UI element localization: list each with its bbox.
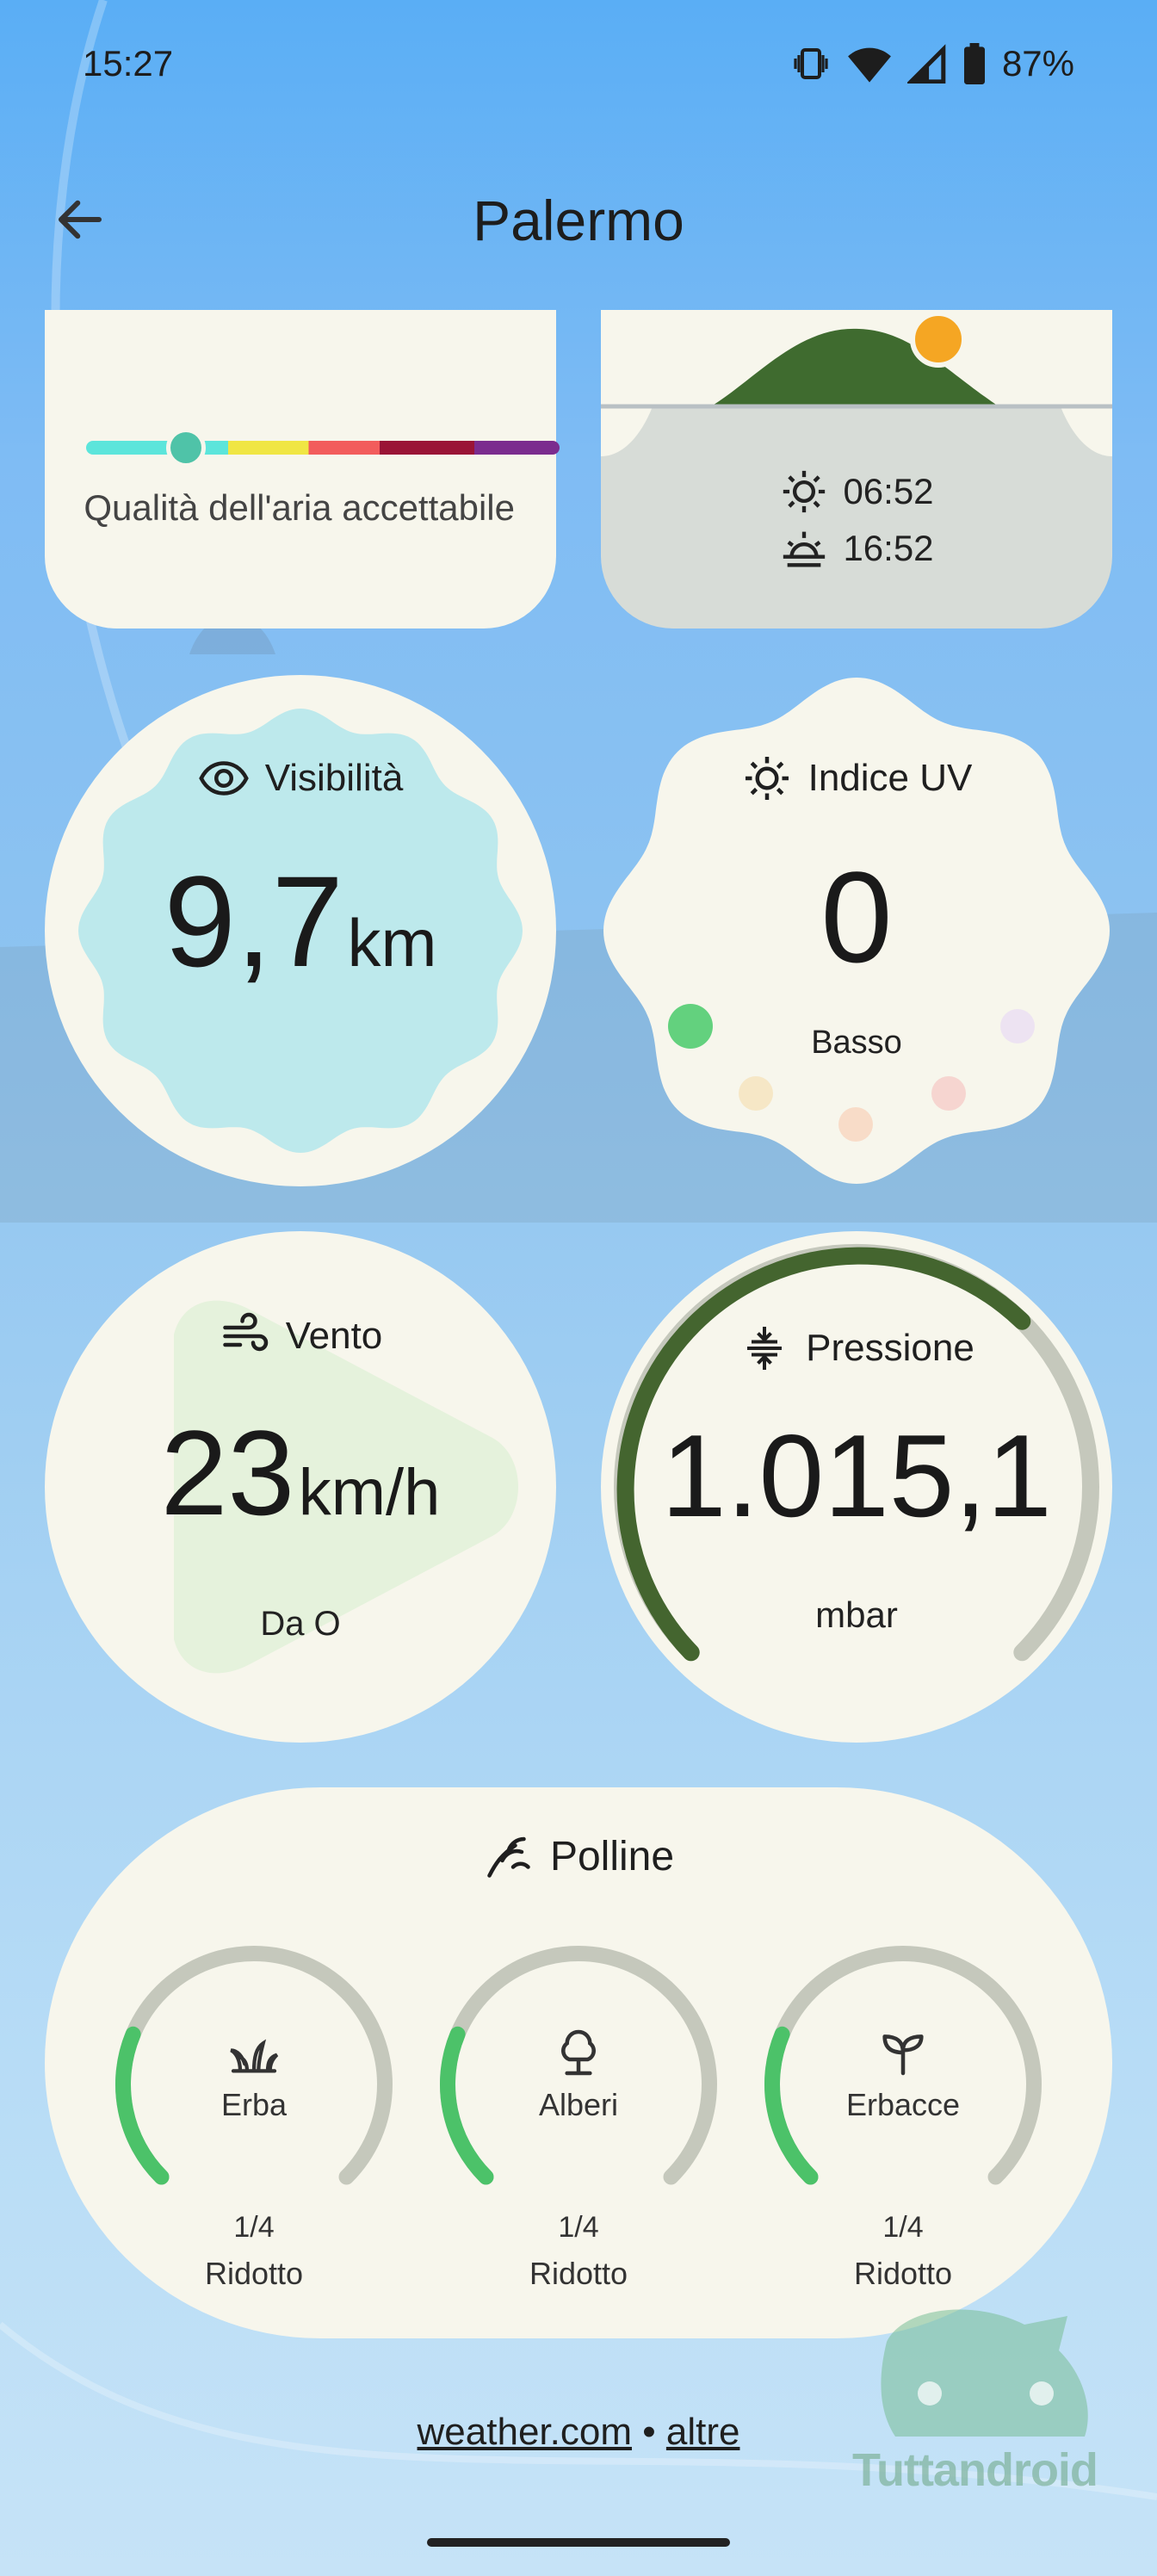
pollen-name: Erba <box>220 2087 288 2122</box>
pressure-unit: mbar <box>815 1595 898 1635</box>
air-quality-scale <box>86 441 560 455</box>
sunset-row: 16:52 <box>601 520 1112 577</box>
uv-index-card[interactable]: Indice UV 0 Basso <box>601 675 1112 1186</box>
pollen-status: Ridotto <box>529 2256 628 2291</box>
pollen-status: Ridotto <box>853 2256 953 2291</box>
pressure-label: Pressione <box>806 1327 974 1369</box>
footer-links: weather.com • altre <box>0 2411 1157 2454</box>
visibility-unit: km <box>347 905 437 981</box>
wind-card[interactable]: Vento 23 km/h Da O <box>45 1231 556 1743</box>
pollen-icon <box>487 1836 530 1878</box>
pollen-status: Ridotto <box>204 2256 304 2291</box>
others-link[interactable]: altre <box>666 2411 740 2453</box>
grass-icon <box>230 2039 279 2073</box>
pollen-header: Polline <box>45 1830 1112 1882</box>
uv-label: Indice UV <box>807 757 973 799</box>
visibility-label: Visibilità <box>264 757 404 799</box>
status-icons: 87% <box>790 38 1074 90</box>
page-title: Palermo <box>473 189 684 252</box>
sunset-icon <box>783 531 826 567</box>
gauge-ring <box>115 1946 393 2185</box>
screen: { "status_bar": {"time": "15:27", "batte… <box>0 0 1157 2576</box>
wind-icon <box>222 1312 268 1352</box>
wind-header: Vento <box>45 1310 556 1362</box>
visibility-value: 9,7 <box>164 849 344 994</box>
visibility-header: Visibilità <box>45 752 556 804</box>
sun-times: 06:52 16:52 <box>601 463 1112 577</box>
footer-separator: • <box>642 2411 656 2453</box>
status-time: 15:27 <box>83 43 174 84</box>
air-quality-label: Qualità dell'aria accettabile <box>84 487 515 528</box>
pollen-gauge-grass[interactable]: Erba 1/4 Ridotto <box>112 1942 396 2291</box>
sunrise-icon <box>783 470 826 513</box>
gauge-icon-wrap <box>761 2025 1045 2080</box>
wind-unit: km/h <box>298 1456 441 1529</box>
gauge-ring <box>440 1946 717 2185</box>
air-quality-card[interactable]: Qualità dell'aria accettabile <box>45 310 560 629</box>
sunrise-row: 06:52 <box>601 463 1112 520</box>
pollen-name: Erbacce <box>845 2087 961 2122</box>
wifi-icon <box>848 47 891 83</box>
compress-icon <box>747 1327 783 1370</box>
pollen-name: Alberi <box>538 2087 619 2122</box>
status-bar: 15:27 87% <box>0 0 1157 129</box>
pollen-title: Polline <box>549 1833 675 1879</box>
uv-dot <box>931 1076 966 1111</box>
uv-dot <box>838 1107 873 1142</box>
gesture-navigation-bar[interactable] <box>427 2538 730 2547</box>
pollen-gauge-trees[interactable]: Alberi 1/4 Ridotto <box>436 1942 721 2291</box>
wind-value: 23 <box>160 1405 295 1540</box>
sunrise-time: 06:52 <box>843 471 934 511</box>
wind-label: Vento <box>285 1315 383 1357</box>
pressure-header: Pressione <box>601 1322 1112 1374</box>
sun-icon <box>910 311 967 368</box>
sunrise-sunset-card[interactable]: 06:52 16:52 <box>601 310 1112 629</box>
eye-icon <box>198 761 249 796</box>
pressure-card[interactable]: Pressione 1.015,1 mbar <box>601 1231 1112 1743</box>
wind-reading: 23 km/h <box>45 1403 556 1543</box>
battery-icon <box>963 43 985 84</box>
sun-icon <box>745 757 789 800</box>
signal-icon <box>906 44 946 84</box>
visibility-reading: 9,7 km <box>45 847 556 996</box>
wind-direction: Da O <box>260 1605 341 1643</box>
gauge-icon-wrap <box>112 2025 396 2080</box>
visibility-card[interactable]: Visibilità 9,7 km <box>45 675 556 1186</box>
pressure-value: 1.015,1 <box>661 1410 1052 1541</box>
air-quality-indicator <box>165 428 206 468</box>
battery-percent: 87% <box>1001 43 1074 84</box>
sprout-icon <box>882 2034 924 2076</box>
app-bar: Palermo <box>0 164 1157 276</box>
uv-level-text: Basso <box>811 1025 902 1061</box>
uv-header: Indice UV <box>601 752 1112 804</box>
gauge-icon-wrap <box>436 2025 721 2080</box>
tree-icon <box>561 2029 596 2076</box>
pollen-gauge-weeds[interactable]: Erbacce 1/4 Ridotto <box>761 1942 1045 2291</box>
uv-dot <box>739 1076 773 1111</box>
uv-value: 0 <box>820 845 893 989</box>
pollen-level: 1/4 <box>233 2211 275 2244</box>
weather-com-link[interactable]: weather.com <box>418 2411 632 2453</box>
pollen-level: 1/4 <box>882 2211 924 2244</box>
sunset-time: 16:52 <box>843 528 934 568</box>
vibrate-icon <box>794 48 828 79</box>
gauge-ring <box>764 1946 1042 2185</box>
pollen-level: 1/4 <box>558 2211 599 2244</box>
